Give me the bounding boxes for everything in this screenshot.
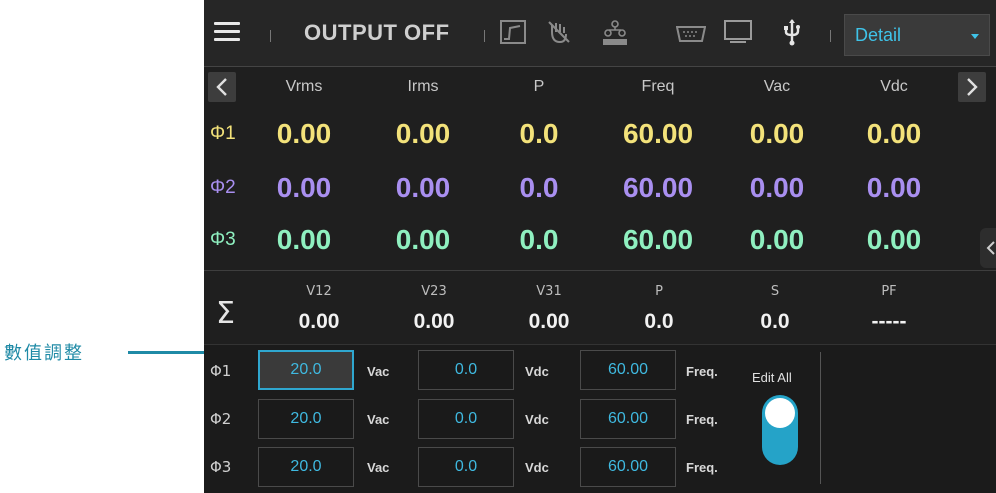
freq-unit-label: Freq. [686, 364, 718, 379]
col-header-vdc: Vdc [880, 78, 908, 95]
keyboard-icon[interactable] [675, 26, 707, 50]
freq-unit-label: Freq. [686, 460, 718, 475]
sum-value-p: 0.0 [644, 310, 674, 333]
annotation-text: 數值調整 [4, 343, 84, 364]
chevron-right-icon [967, 78, 978, 96]
vdc-input[interactable]: 0.0 [418, 399, 514, 439]
freq-input[interactable]: 60.00 [580, 399, 676, 439]
menu-icon[interactable] [214, 22, 240, 42]
chevron-down-icon [971, 34, 979, 39]
sum-value-v31: 0.00 [528, 310, 570, 333]
section-divider [204, 270, 996, 271]
value-freq: 60.00 [622, 118, 694, 149]
sum-header-v23: V23 [421, 284, 447, 299]
edit-phase-label: Φ2 [210, 410, 232, 428]
col-header-p: P [533, 78, 545, 95]
next-page-button[interactable] [958, 72, 986, 102]
freq-unit-label: Freq. [686, 412, 718, 427]
vac-unit-label: Vac [367, 364, 390, 379]
freq-input[interactable]: 60.00 [580, 350, 676, 390]
value-p: 0.0 [519, 118, 559, 149]
sum-value-s: 0.0 [760, 310, 790, 333]
sum-header-pf: PF [881, 284, 897, 299]
top-toolbar: OUTPUT OFF Detail [204, 0, 996, 67]
master-icon[interactable] [600, 20, 627, 45]
edit-phase-label: Φ1 [210, 362, 232, 380]
toolbar-separator [270, 30, 271, 42]
vac-input[interactable]: 20.0 [258, 399, 354, 439]
sigma-symbol: Σ [216, 296, 235, 331]
value-irms: 0.00 [395, 118, 451, 149]
value-p: 0.0 [519, 172, 559, 203]
side-panel-handle[interactable] [980, 228, 996, 268]
value-irms: 0.00 [395, 172, 451, 203]
vdc-unit-label: Vdc [525, 412, 549, 427]
view-mode-dropdown[interactable]: Detail [844, 14, 990, 56]
output-status-label[interactable]: OUTPUT OFF [304, 20, 450, 46]
vac-input[interactable]: 20.0 [258, 447, 354, 487]
edit-all-label: Edit All [752, 370, 792, 385]
device-screen: OUTPUT OFF Detail Vrms Irms P Freq Vac V… [204, 0, 996, 493]
phase-label: Φ3 [210, 229, 236, 250]
sum-value-v12: 0.00 [298, 310, 340, 333]
col-header-vac: Vac [763, 78, 791, 95]
waveform-icon[interactable] [500, 20, 526, 44]
value-vac: 0.00 [749, 224, 805, 255]
vac-unit-label: Vac [367, 412, 390, 427]
sum-header-v12: V12 [306, 284, 332, 299]
sum-header-p: P [655, 284, 663, 299]
value-irms: 0.00 [395, 224, 451, 255]
edit-all-toggle[interactable] [762, 395, 798, 465]
sum-value-pf: ----- [871, 310, 907, 333]
chevron-left-icon [986, 241, 995, 255]
monitor-icon[interactable] [724, 20, 752, 44]
panel-divider [820, 352, 821, 484]
value-vdc: 0.00 [866, 224, 922, 255]
value-freq: 60.00 [622, 172, 694, 203]
value-vrms: 0.00 [276, 224, 332, 255]
col-header-freq: Freq [641, 78, 675, 95]
value-vrms: 0.00 [276, 118, 332, 149]
phase-label: Φ2 [210, 177, 236, 198]
edit-phase-label: Φ3 [210, 458, 232, 476]
sum-header-v31: V31 [536, 284, 562, 299]
vdc-input[interactable]: 0.0 [418, 350, 514, 390]
sum-value-v23: 0.00 [413, 310, 455, 333]
vac-unit-label: Vac [367, 460, 390, 475]
freq-input[interactable]: 60.00 [580, 447, 676, 487]
chevron-left-icon [216, 78, 227, 96]
vdc-unit-label: Vdc [525, 364, 549, 379]
value-p: 0.0 [519, 224, 559, 255]
value-vdc: 0.00 [866, 172, 922, 203]
view-mode-value: Detail [855, 25, 902, 45]
col-header-vrms: Vrms [285, 78, 323, 95]
value-freq: 60.00 [622, 224, 694, 255]
prev-page-button[interactable] [208, 72, 236, 102]
value-vac: 0.00 [749, 172, 805, 203]
vac-input[interactable]: 20.0 [258, 350, 354, 390]
hand-icon[interactable] [546, 20, 572, 44]
value-vac: 0.00 [749, 118, 805, 149]
vdc-input[interactable]: 0.0 [418, 447, 514, 487]
toggle-knob [765, 398, 795, 428]
toolbar-separator [484, 30, 485, 42]
toolbar-separator [830, 30, 831, 42]
col-header-irms: Irms [407, 78, 439, 95]
sum-header-s: S [770, 284, 780, 299]
phase-label: Φ1 [210, 123, 236, 144]
usb-icon[interactable] [782, 18, 808, 46]
vdc-unit-label: Vdc [525, 460, 549, 475]
value-vrms: 0.00 [276, 172, 332, 203]
annotation-label: 數值調整 [4, 340, 84, 364]
value-vdc: 0.00 [866, 118, 922, 149]
